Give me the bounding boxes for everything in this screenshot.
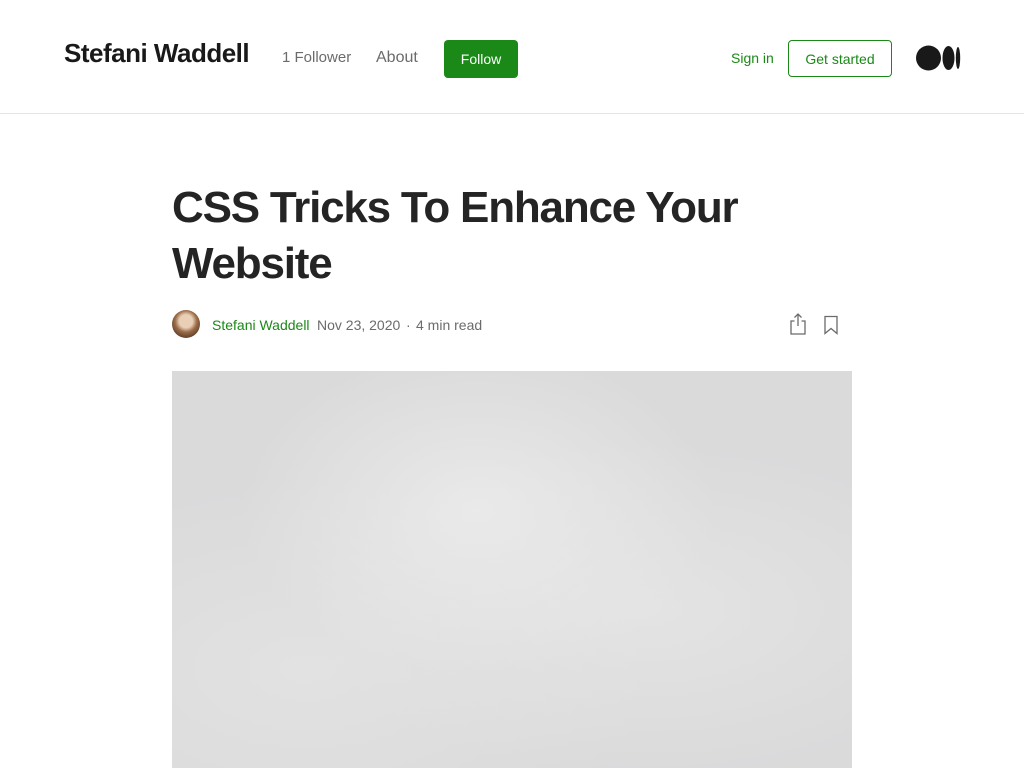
- follow-button[interactable]: Follow: [444, 40, 518, 78]
- top-bar: Stefani Waddell 1 Follower About Follow …: [0, 0, 1024, 114]
- author-name-link[interactable]: Stefani Waddell: [212, 317, 310, 333]
- author-avatar[interactable]: [172, 310, 200, 338]
- article-title: CSS Tricks To Enhance Your Website: [172, 183, 739, 288]
- publication-name[interactable]: Stefani Waddell: [64, 38, 250, 69]
- medium-logo-icon[interactable]: [916, 45, 961, 71]
- byline: Stefani Waddell Nov 23, 2020 · 4 min rea…: [172, 310, 852, 340]
- byline-separator: ·: [406, 317, 411, 333]
- article-hero-image: [172, 371, 852, 768]
- followers-link[interactable]: 1 Follower: [282, 49, 351, 66]
- get-started-button[interactable]: Get started: [788, 40, 892, 77]
- share-icon[interactable]: [788, 313, 808, 335]
- read-time: 4 min read: [416, 317, 483, 333]
- bookmark-icon[interactable]: [823, 315, 839, 335]
- about-link[interactable]: About: [376, 49, 418, 67]
- sign-in-link[interactable]: Sign in: [731, 50, 774, 66]
- publish-date: Nov 23, 2020: [317, 317, 401, 333]
